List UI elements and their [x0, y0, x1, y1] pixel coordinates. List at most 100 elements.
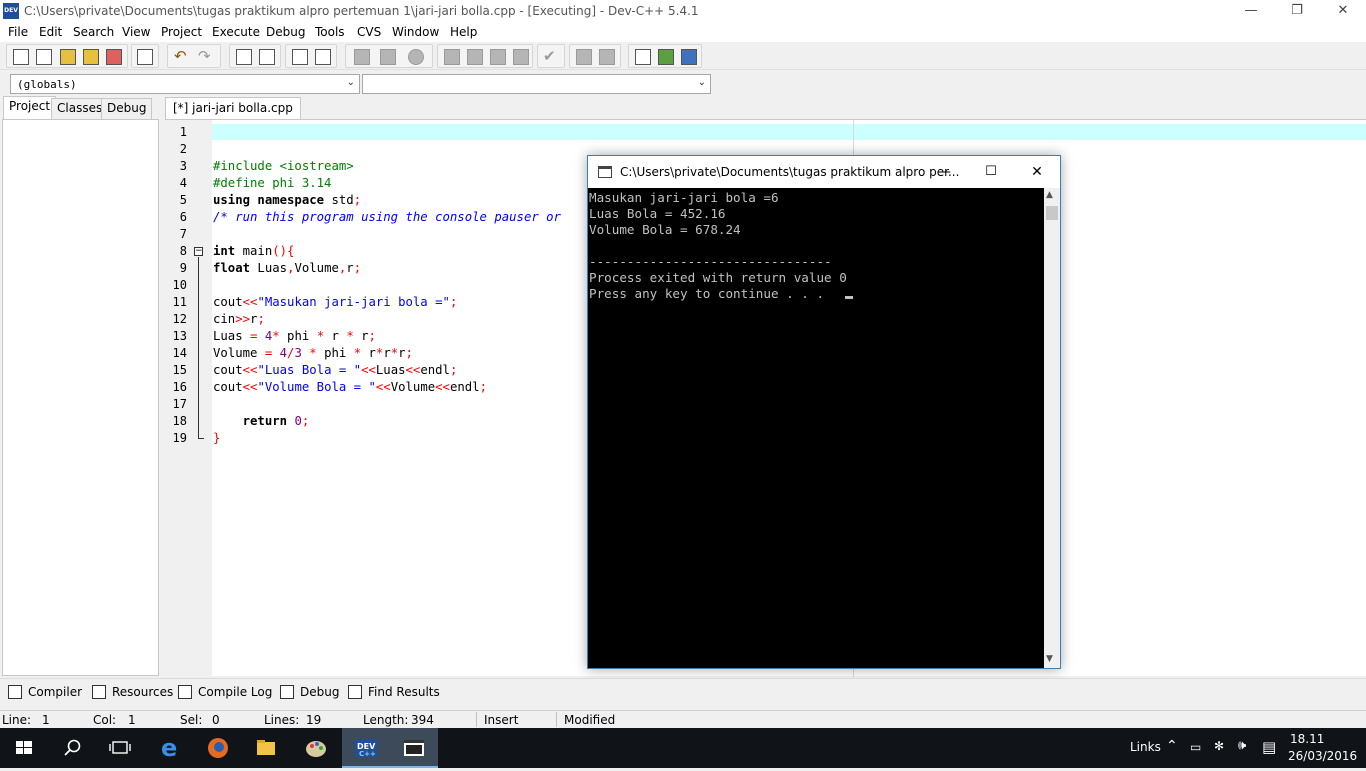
menu-execute[interactable]: Execute [212, 25, 260, 39]
svg-text:e: e [161, 734, 177, 762]
toggle-panel-icon[interactable] [635, 49, 651, 65]
taskbar-paint[interactable] [292, 728, 340, 768]
line-number: 19 [172, 431, 187, 445]
debug-icon[interactable] [576, 49, 592, 65]
scroll-up-icon[interactable]: ▲ [1046, 190, 1053, 200]
bookmark-icon[interactable] [315, 49, 331, 65]
compile-icon[interactable] [444, 49, 460, 65]
code-line-12: cin>>r; [213, 312, 265, 326]
wifi-icon[interactable]: ✻ [1214, 739, 1224, 753]
status-lines-value: 19 [306, 713, 322, 727]
tab-label: Compile Log [198, 685, 273, 699]
clock-date[interactable]: 26/03/2016 [1288, 749, 1357, 763]
menu-window[interactable]: Window [392, 25, 439, 39]
new-file-icon[interactable] [13, 49, 29, 65]
battery-icon[interactable]: ▭ [1190, 740, 1201, 754]
menu-cvs[interactable]: CVS [357, 25, 381, 39]
menu-project[interactable]: Project [161, 25, 202, 39]
close-file-icon[interactable] [106, 49, 122, 65]
clock-time[interactable]: 18.11 [1290, 732, 1324, 746]
compile-run-icon[interactable] [490, 49, 506, 65]
goto-file-icon[interactable] [658, 49, 674, 65]
taskbar-console[interactable] [390, 728, 438, 768]
windows-logo-icon [16, 741, 32, 754]
toolbar-group-window [628, 44, 702, 68]
console-close-button[interactable]: ✕ [1017, 160, 1057, 184]
close-button[interactable]: ✕ [1320, 0, 1366, 22]
redo-icon[interactable]: ↷ [198, 49, 214, 65]
volume-icon[interactable]: 🕪 [1238, 738, 1246, 753]
undo-icon[interactable]: ↶ [174, 49, 190, 65]
svg-text:C++: C++ [359, 750, 376, 758]
toolbar-group-find [229, 44, 281, 68]
rebuild-icon[interactable] [513, 49, 529, 65]
save-icon[interactable] [60, 49, 76, 65]
about-icon[interactable] [681, 49, 697, 65]
show-hidden-icons-icon[interactable]: ⌃ [1166, 738, 1178, 754]
line-number: 7 [179, 227, 187, 241]
tab-compile-log[interactable]: Compile Log [174, 683, 276, 703]
links-toolbar[interactable]: Links [1130, 740, 1161, 754]
devcpp-app-icon: DEV [3, 3, 19, 19]
menu-file[interactable]: File [8, 25, 28, 39]
menu-tools[interactable]: Tools [315, 25, 345, 39]
line-number: 3 [179, 159, 187, 173]
run-icon[interactable] [467, 49, 483, 65]
console-line: Masukan jari-jari bola =6 [589, 190, 779, 205]
action-center-icon[interactable]: ▤ [1262, 738, 1276, 756]
search-button[interactable] [48, 728, 96, 768]
menu-search[interactable]: Search [73, 25, 114, 39]
console-title-bar[interactable]: C:\Users\private\Documents\tugas praktik… [588, 156, 1060, 188]
project-options-icon[interactable] [408, 49, 424, 65]
tab-debug-output[interactable]: Debug [276, 683, 343, 703]
add-to-project-icon[interactable] [354, 49, 370, 65]
line-number: 11 [172, 295, 187, 309]
menu-debug[interactable]: Debug [266, 25, 305, 39]
console-line: Volume Bola = 678.24 [589, 222, 741, 237]
tab-compiler[interactable]: Compiler [4, 683, 86, 703]
menu-help[interactable]: Help [450, 25, 477, 39]
start-button[interactable] [0, 728, 48, 768]
taskbar-devcpp[interactable]: DEV C++ [342, 728, 390, 768]
console-window[interactable]: C:\Users\private\Documents\tugas praktik… [587, 155, 1061, 669]
replace-icon[interactable] [259, 49, 275, 65]
console-maximize-button[interactable]: ☐ [971, 160, 1011, 184]
tab-classes[interactable]: Classes [51, 98, 109, 119]
status-col-value: 1 [128, 713, 136, 727]
member-combo[interactable]: ⌄ [362, 74, 711, 94]
save-all-icon[interactable] [83, 49, 99, 65]
print-icon[interactable] [137, 49, 153, 65]
scope-combo[interactable]: (globals) ⌄ [10, 74, 360, 94]
remove-from-project-icon[interactable] [380, 49, 396, 65]
project-pane[interactable] [2, 119, 159, 676]
restore-button[interactable]: ❐ [1274, 0, 1320, 22]
taskbar-file-explorer[interactable] [242, 728, 290, 768]
find-icon[interactable] [236, 49, 252, 65]
menu-view[interactable]: View [122, 25, 150, 39]
fold-toggle-icon[interactable]: − [194, 247, 203, 256]
debug-check-icon [280, 685, 294, 699]
taskbar-firefox[interactable] [194, 728, 242, 768]
console-scrollbar[interactable]: ▲ ▼ [1044, 188, 1060, 668]
open-file-icon[interactable] [36, 49, 52, 65]
tab-find-results[interactable]: Find Results [344, 683, 444, 703]
profile-icon[interactable] [599, 49, 615, 65]
console-minimize-button[interactable]: — [924, 160, 964, 184]
file-tab[interactable]: [*] jari-jari bolla.cpp [165, 97, 301, 119]
console-output[interactable]: Masukan jari-jari bola =6 Luas Bola = 45… [588, 188, 1044, 668]
task-view-button[interactable] [96, 728, 144, 768]
toolbar-group-undo: ↶ ↷ [167, 44, 221, 68]
scroll-thumb[interactable] [1046, 206, 1058, 220]
tab-project[interactable]: Project [3, 96, 57, 119]
taskbar-edge[interactable]: e [146, 728, 194, 768]
tab-resources[interactable]: Resources [88, 683, 177, 703]
scope-combo-value: (globals) [17, 78, 77, 91]
menu-edit[interactable]: Edit [39, 25, 62, 39]
bottom-panel-tabs: Compiler Resources Compile Log Debug Fin… [0, 678, 1366, 704]
scroll-down-icon[interactable]: ▼ [1046, 654, 1053, 664]
tab-debug[interactable]: Debug [101, 98, 153, 119]
line-number: 4 [179, 176, 187, 190]
minimize-button[interactable]: — [1228, 0, 1274, 22]
syntax-check-icon[interactable]: ✔ [543, 49, 559, 65]
goto-line-icon[interactable] [292, 49, 308, 65]
